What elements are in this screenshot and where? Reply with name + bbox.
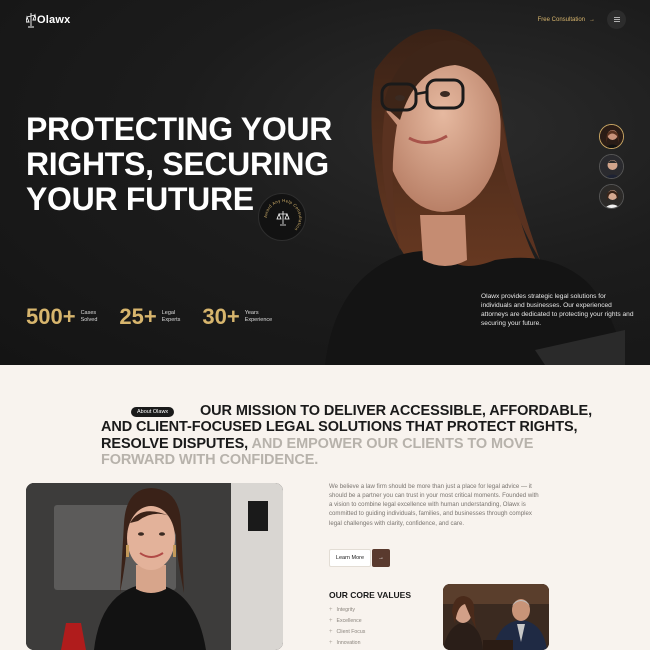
core-value-label: Excellence <box>336 617 362 624</box>
hero-section: Olawx Free Consultation → PROTECTING YOU… <box>0 0 650 365</box>
stat-experts: 25+ Legal Experts <box>119 304 180 330</box>
core-value-item: + Innovation <box>329 637 365 648</box>
stat-number: 30+ <box>202 304 240 329</box>
mission-line-3-muted: AND EMPOWER OUR CLIENTS TO MOVE <box>248 435 534 452</box>
stat-cases: 500+ Cases Solved <box>26 304 97 330</box>
stat-label-line-1: Years <box>244 309 259 316</box>
core-values-title: OUR CORE VALUES <box>329 590 412 600</box>
avatar-lawyer-1[interactable] <box>599 124 624 149</box>
learn-more-button[interactable]: Learn More <box>329 549 371 567</box>
stat-label-line-1: Cases <box>80 309 97 316</box>
stat-label-line-2: Experts <box>161 317 181 323</box>
hero-title-line-2: RIGHTS, SECURING <box>26 146 329 183</box>
hero-stats: 500+ Cases Solved 25+ Legal Experts 30+ … <box>26 304 294 330</box>
core-values-list: + Integrity + Excellence + Client Focus + In… <box>329 604 365 648</box>
stat-label: Cases Solved <box>81 310 98 324</box>
mission-line-3: RESOLVE DISPUTES, AND EMPOWER OUR CLIENT… <box>101 436 561 452</box>
about-body-text: We believe a law firm should be more tha… <box>329 483 539 527</box>
scales-logo-icon <box>26 13 36 28</box>
team-avatars <box>599 124 624 209</box>
stat-label-line-1: Legal <box>161 309 176 316</box>
arrow-right-icon: → <box>378 555 384 561</box>
core-value-label: Client Focus <box>336 628 366 635</box>
hero-title-line-1: PROTECTING YOUR <box>26 111 333 147</box>
stat-number: 25+ <box>119 304 157 329</box>
plus-icon: + <box>329 628 333 635</box>
learn-more-group: Learn More → <box>329 549 390 567</box>
stat-label-line-2: Solved <box>80 317 98 323</box>
stat-label: Years Experience <box>245 310 273 324</box>
hero-description: Olawx provides strategic legal solutions… <box>481 293 634 328</box>
plus-icon: + <box>329 606 333 613</box>
scales-icon <box>276 211 290 226</box>
plus-icon: + <box>329 617 333 624</box>
core-value-item: + Integrity <box>329 604 365 615</box>
mission-line-2: AND CLIENT-FOCUSED LEGAL SOLUTIONS THAT … <box>101 419 578 436</box>
stat-label-line-2: Experience <box>244 317 273 323</box>
avatar-lawyer-2[interactable] <box>599 154 624 179</box>
meeting-photo <box>443 584 549 650</box>
core-value-item: + Client Focus <box>329 626 365 637</box>
logo-text: Olawx <box>37 14 71 26</box>
core-value-label: Innovation <box>336 639 361 646</box>
award-badge: Award Any Help Consultation <box>258 193 306 241</box>
stat-number: 500+ <box>26 304 76 329</box>
office-photo <box>26 483 283 650</box>
plus-icon: + <box>329 639 333 646</box>
meeting-photo-image <box>443 584 549 650</box>
mission-line-3-dark: RESOLVE DISPUTES, <box>101 435 249 452</box>
learn-more-arrow-button[interactable]: → <box>372 549 390 567</box>
office-photo-image <box>26 483 283 650</box>
core-value-item: + Excellence <box>329 615 365 626</box>
rotating-text-badge: Award Any Help Consultation <box>263 198 303 232</box>
stat-label: Legal Experts <box>162 310 181 324</box>
about-pill: About Olawx <box>131 407 175 417</box>
logo[interactable]: Olawx <box>26 12 70 28</box>
avatar-lawyer-3[interactable] <box>599 184 624 209</box>
mission-line-4: FORWARD WITH CONFIDENCE. <box>101 452 319 469</box>
core-value-label: Integrity <box>336 606 355 613</box>
stat-years: 30+ Years Experience <box>202 304 272 330</box>
